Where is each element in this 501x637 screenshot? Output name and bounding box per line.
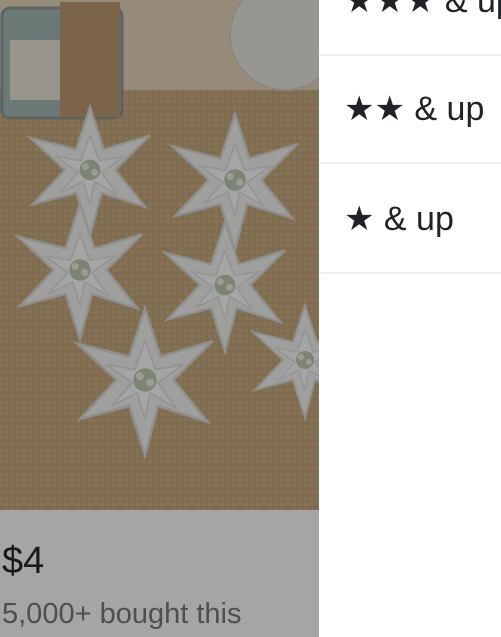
rating-option-3-up[interactable]: ★★★ & up <box>319 0 501 56</box>
rating-option-label: ★★★ & up <box>344 0 501 20</box>
rating-filter-panel: ★★★ & up ★★ & up ★ & up <box>319 0 501 637</box>
rating-option-1-up[interactable]: ★ & up <box>319 166 501 274</box>
rating-option-label: ★ & up <box>344 200 454 238</box>
rating-option-2-up[interactable]: ★★ & up <box>319 56 501 164</box>
modal-backdrop[interactable] <box>0 0 319 637</box>
rating-option-label: ★★ & up <box>344 90 485 128</box>
product-card[interactable]: $4 5,000+ bought this <box>0 0 319 637</box>
